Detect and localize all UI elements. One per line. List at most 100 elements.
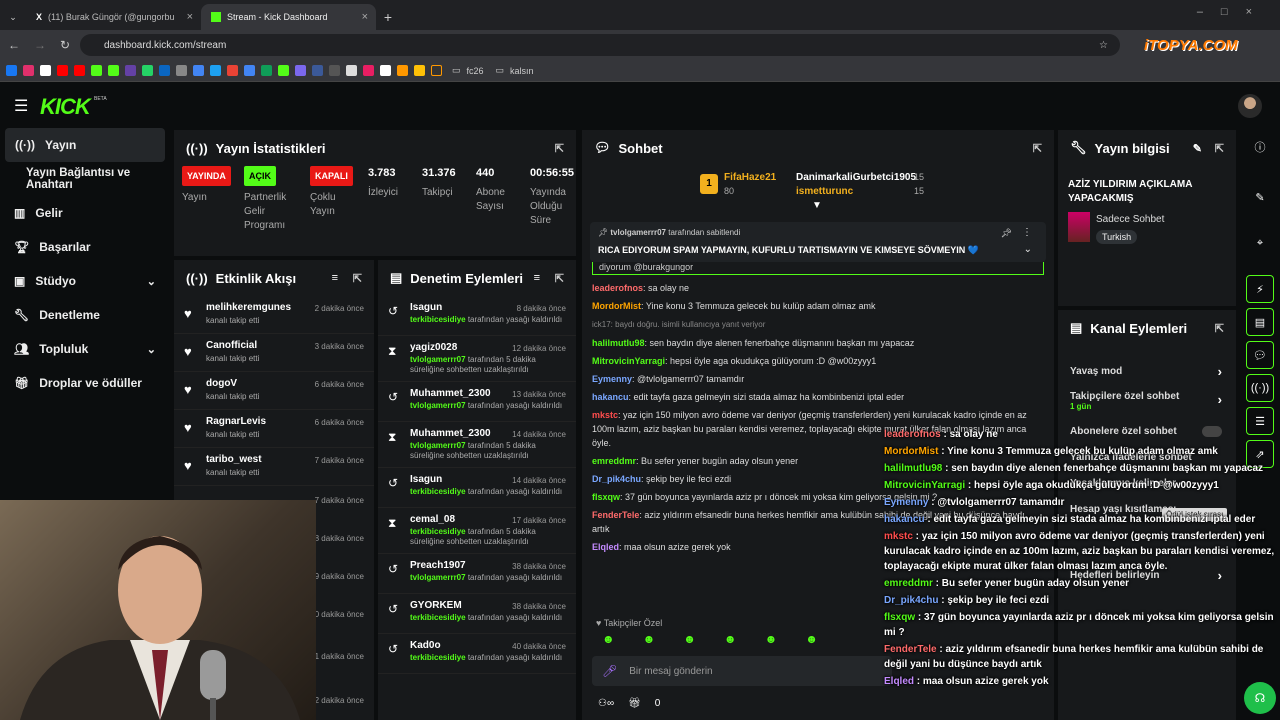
close-icon[interactable]: × — [187, 11, 193, 23]
popout-icon[interactable]: ⇱ — [1215, 322, 1224, 335]
slow-mode-row[interactable]: Yavaş mod › — [1058, 358, 1236, 384]
chat-username[interactable]: flsxqw — [592, 492, 620, 502]
info-icon[interactable]: ⓘ — [1246, 133, 1274, 161]
emote-icon[interactable]: ☻ — [765, 632, 778, 654]
expand-icon[interactable]: ▼ — [812, 200, 822, 211]
sidebar-item-studyo[interactable]: ▣ Stüdyo ⌄ — [0, 264, 170, 298]
bookmark-icon[interactable] — [312, 65, 323, 76]
emote-icon[interactable]: ☻ — [643, 632, 656, 654]
chat-username[interactable]: FenderTele — [592, 510, 639, 520]
chat-icon[interactable]: 💬︎ — [1246, 341, 1274, 369]
gifter-name[interactable]: DanimarkaliGurbetci1905 — [796, 172, 916, 183]
twitch-icon[interactable] — [125, 65, 136, 76]
bookmark-icon[interactable] — [193, 65, 204, 76]
gifter-name[interactable]: ismetturunc — [796, 186, 853, 197]
chat-username[interactable]: Elqled — [592, 542, 619, 552]
edit-icon[interactable]: ✎ — [1246, 183, 1274, 211]
chat-message[interactable]: hakancu: edit tayfa gaza gelmeyin sizi s… — [582, 388, 1054, 406]
bookmark-icon[interactable] — [431, 65, 442, 76]
sidebar-item-basarilar[interactable]: 🏆︎ Başarılar — [0, 230, 170, 264]
linkedin-icon[interactable] — [159, 65, 170, 76]
filter-icon[interactable]: ≡ — [534, 272, 540, 284]
bookmark-icon[interactable] — [380, 65, 391, 76]
chat-message[interactable]: leaderofnos: sa olay ne — [582, 279, 1054, 297]
category-name[interactable]: Sadece Sohbet — [1096, 214, 1164, 225]
points-icon[interactable]: ⚇∞ — [598, 698, 614, 709]
browser-tab-active[interactable]: Stream - Kick Dashboard × — [201, 4, 376, 30]
back-icon[interactable]: ← — [8, 38, 20, 52]
filter-icon[interactable]: ≡ — [332, 272, 338, 284]
list-item[interactable]: ♥ RagnarLevis kanalı takip etti 6 dakika ön… — [174, 410, 374, 448]
list-item[interactable]: ↺ GYORKEM terkibicesidiye tarafından yasağ… — [378, 594, 576, 634]
chat-username[interactable]: emreddmr — [592, 456, 636, 466]
new-tab-icon[interactable]: + — [376, 4, 400, 30]
browser-tab[interactable]: X (11) Burak Güngör (@gungorbu × — [26, 4, 201, 30]
more-icon[interactable]: ⋮ — [1022, 227, 1032, 238]
list-item[interactable]: ↺ Kad0o terkibicesidiye tarafından yasağı … — [378, 634, 576, 674]
chat-username[interactable]: halilmutlu98 — [592, 338, 645, 348]
chat-input[interactable]: 🎤︎ Bir mesaj gönderin — [592, 656, 892, 686]
tab-list-icon[interactable]: ⌄ — [0, 4, 26, 30]
youtube-icon[interactable] — [74, 65, 85, 76]
menu-icon[interactable]: ☰ — [14, 96, 28, 116]
chat-username[interactable]: Dr_pik4chu — [592, 474, 641, 484]
chat-username[interactable]: Eymenny — [592, 374, 632, 384]
chat-message[interactable]: Eymenny: @tvlolgamerrr07 tamamdır — [582, 370, 1054, 388]
list-item[interactable]: ↺ Isagun terkibicesidiye tarafından yasağı… — [378, 296, 576, 336]
emote-icon[interactable]: ☻ — [805, 632, 818, 654]
list-item[interactable]: ⧗ Muhammet_2300 tvlolgamerrr07 tarafından … — [378, 422, 576, 468]
kick-icon[interactable] — [91, 65, 102, 76]
bookmark-icon[interactable] — [176, 65, 187, 76]
close-icon[interactable]: × — [362, 11, 368, 23]
forward-icon[interactable]: → — [34, 38, 46, 52]
chevron-down-icon[interactable]: ⌄ — [1024, 244, 1032, 255]
mic-icon[interactable]: 🎤︎ — [602, 664, 617, 678]
chat-username[interactable]: hakancu — [592, 392, 629, 402]
list-item[interactable]: ♥ dogoV kanalı takip etti 6 dakika önce — [174, 372, 374, 410]
avatar[interactable] — [1238, 94, 1262, 118]
bookmark-icon[interactable] — [363, 65, 374, 76]
list-item[interactable]: ↺ Preach1907 tvlolgamerrr07 tarafından yas… — [378, 554, 576, 594]
popout-icon[interactable]: ⇱ — [353, 272, 362, 285]
sidebar-item-denetleme[interactable]: 🔧︎ Denetleme — [0, 298, 170, 332]
kick-icon[interactable] — [278, 65, 289, 76]
popout-icon[interactable]: ⇱ — [1033, 142, 1042, 155]
followers-only-row[interactable]: Takipçilere özel sohbet 1 gün › — [1058, 384, 1236, 418]
focus-icon[interactable]: ⌖ — [1246, 229, 1274, 257]
gift-icon[interactable]: 🎁︎ — [628, 698, 641, 709]
emote-icon[interactable]: ☻ — [602, 632, 615, 654]
sidebar-item-topluluk[interactable]: 👥︎ Topluluk ⌄ — [0, 332, 170, 366]
lightning-icon[interactable]: ⚡︎ — [1246, 275, 1274, 303]
bookmark-icon[interactable] — [329, 65, 340, 76]
docs-icon[interactable] — [244, 65, 255, 76]
instagram-icon[interactable] — [23, 65, 34, 76]
chat-message[interactable]: MordorMist: Yine konu 3 Temmuza gelecek … — [582, 297, 1054, 315]
gifter-name[interactable]: FifaHaze21 — [724, 172, 776, 183]
sidebar-item-yayin[interactable]: ((·)) Yayın — [5, 128, 165, 162]
popout-icon[interactable]: ⇱ — [555, 272, 564, 285]
list-item[interactable]: ⧗ cemal_08 terkibicesidiye tarafından 5 da… — [378, 508, 576, 554]
whatsapp-icon[interactable] — [142, 65, 153, 76]
window-controls[interactable]: –□× — [1197, 6, 1270, 18]
chat-username[interactable]: MitrovicinYarragi — [592, 356, 665, 366]
document-icon[interactable]: ▤ — [1246, 308, 1274, 336]
broadcast-icon[interactable]: ((·)) — [1246, 374, 1274, 402]
popout-icon[interactable]: ⇱ — [555, 142, 564, 155]
chat-username[interactable]: mkstc — [592, 410, 618, 420]
bookmark-star-icon[interactable]: ☆ — [1099, 40, 1108, 51]
reload-icon[interactable]: ↻ — [60, 38, 70, 52]
emote-icon[interactable]: ☻ — [724, 632, 737, 654]
bookmark-icon[interactable] — [346, 65, 357, 76]
x-icon[interactable] — [40, 65, 51, 76]
chat-username[interactable]: leaderofnos — [592, 283, 643, 293]
sidebar-item-stream-key[interactable]: Yayın Bağlantısı ve Anahtarı — [0, 162, 170, 196]
sidebar-item-gelir[interactable]: ▥ Gelir — [0, 196, 170, 230]
list-item[interactable]: ↺ Isagun terkibicesidiye tarafından yasağı… — [378, 468, 576, 508]
chat-message[interactable]: MitrovicinYarragi: hepsi öyle aga okuduk… — [582, 352, 1054, 370]
list-item[interactable]: ↺ Muhammet_2300 tvlolgamerrr07 tarafından … — [378, 382, 576, 422]
list-item[interactable]: ⧗ yagiz0028 tvlolgamerrr07 tarafından 5 da… — [378, 336, 576, 382]
popout-icon[interactable]: ⇱ — [1215, 142, 1224, 155]
edit-icon[interactable]: ✎ — [1193, 142, 1202, 155]
kick-logo[interactable]: KICK — [40, 94, 91, 120]
bookmark-folder-kalsin[interactable]: kalsın — [510, 66, 534, 76]
